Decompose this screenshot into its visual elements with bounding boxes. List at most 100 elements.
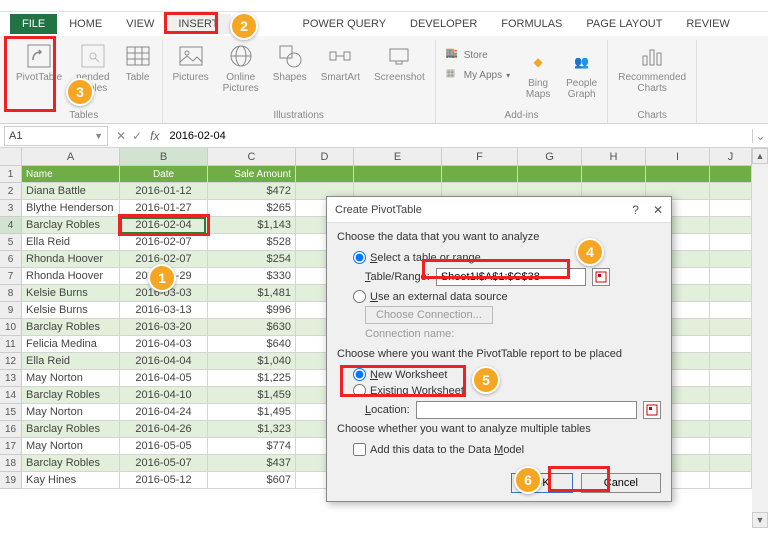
cell[interactable]: Kelsie Burns	[22, 285, 120, 302]
cell[interactable]: May Norton	[22, 438, 120, 455]
cell[interactable]: $1,481	[208, 285, 296, 302]
external-source-radio[interactable]: Use an external data source	[353, 290, 661, 303]
data-model-checkbox[interactable]: Add this data to the Data Model	[353, 443, 661, 456]
cell[interactable]: 2016-03-20	[120, 319, 208, 336]
cell[interactable]: $254	[208, 251, 296, 268]
cell[interactable]: 2016-01-12	[120, 183, 208, 200]
tab-formulas[interactable]: FORMULAS	[489, 14, 574, 34]
row-header[interactable]: 18	[0, 455, 22, 472]
fx-icon[interactable]: fx	[150, 129, 159, 143]
cell[interactable]: 2016-05-12	[120, 472, 208, 489]
cell[interactable]: 2016-04-05	[120, 370, 208, 387]
cell[interactable]: $1,040	[208, 353, 296, 370]
cell[interactable]: $774	[208, 438, 296, 455]
cell[interactable]: Barclay Robles	[22, 319, 120, 336]
cell[interactable]: $330	[208, 268, 296, 285]
col-header[interactable]: F	[442, 148, 518, 166]
range-picker-icon[interactable]	[592, 268, 610, 286]
cell[interactable]: Diana Battle	[22, 183, 120, 200]
row-header[interactable]: 15	[0, 404, 22, 421]
header-cell[interactable]: Sale Amount	[208, 166, 296, 183]
cell[interactable]: Barclay Robles	[22, 455, 120, 472]
select-table-radio[interactable]: Select a table or range	[353, 251, 661, 264]
row-header[interactable]: 4	[0, 217, 22, 234]
col-header[interactable]: B	[120, 148, 208, 166]
cell[interactable]: 2016-04-26	[120, 421, 208, 438]
location-input[interactable]	[416, 401, 637, 419]
cell[interactable]: Kay Hines	[22, 472, 120, 489]
cell[interactable]: 2016-01-27	[120, 200, 208, 217]
row-header[interactable]: 9	[0, 302, 22, 319]
close-icon[interactable]: ✕	[653, 203, 663, 217]
cell[interactable]: Barclay Robles	[22, 217, 120, 234]
cell[interactable]: 2016-02-04	[120, 217, 208, 234]
pivottable-button[interactable]: PivotTable	[12, 40, 66, 85]
cell[interactable]: $996	[208, 302, 296, 319]
cell[interactable]: Rhonda Hoover	[22, 268, 120, 285]
online-pictures-button[interactable]: Online Pictures	[219, 40, 263, 96]
table-button[interactable]: Table	[120, 40, 156, 85]
row-header[interactable]: 12	[0, 353, 22, 370]
bing-button[interactable]: ◆Bing Maps	[520, 46, 556, 102]
cell[interactable]: $1,323	[208, 421, 296, 438]
cell[interactable]: $1,143	[208, 217, 296, 234]
cell[interactable]: Blythe Henderson	[22, 200, 120, 217]
name-box[interactable]: A1 ▼	[4, 126, 108, 146]
row-header[interactable]: 11	[0, 336, 22, 353]
cell[interactable]: Kelsie Burns	[22, 302, 120, 319]
table-range-input[interactable]	[436, 268, 586, 286]
cancel-formula-icon[interactable]: ✕	[116, 129, 126, 143]
cell[interactable]: May Norton	[22, 404, 120, 421]
col-header[interactable]: C	[208, 148, 296, 166]
cell[interactable]: $630	[208, 319, 296, 336]
tab-view[interactable]: VIEW	[114, 14, 166, 34]
cell[interactable]: May Norton	[22, 370, 120, 387]
cell[interactable]: $265	[208, 200, 296, 217]
accept-formula-icon[interactable]: ✓	[132, 129, 142, 143]
scroll-up-button[interactable]: ▲	[752, 148, 768, 164]
screenshot-button[interactable]: Screenshot	[370, 40, 429, 85]
existing-worksheet-radio[interactable]: Existing Worksheet	[353, 384, 661, 397]
row-header[interactable]: 13	[0, 370, 22, 387]
cell[interactable]: 2016-03-13	[120, 302, 208, 319]
col-header[interactable]: J	[710, 148, 752, 166]
row-header[interactable]: 3	[0, 200, 22, 217]
cell[interactable]: $1,495	[208, 404, 296, 421]
cell[interactable]: Barclay Robles	[22, 421, 120, 438]
scroll-down-button[interactable]: ▼	[752, 512, 768, 528]
col-header[interactable]: E	[354, 148, 442, 166]
cell[interactable]: 2016-04-10	[120, 387, 208, 404]
cell[interactable]: $1,225	[208, 370, 296, 387]
col-header[interactable]: I	[646, 148, 710, 166]
row-header[interactable]: 1	[0, 166, 22, 183]
myapps-button[interactable]: ▦My Apps▾	[442, 66, 514, 84]
row-header[interactable]: 16	[0, 421, 22, 438]
cell[interactable]: $640	[208, 336, 296, 353]
cell[interactable]: $1,459	[208, 387, 296, 404]
smartart-button[interactable]: SmartArt	[317, 40, 364, 85]
col-header[interactable]: H	[582, 148, 646, 166]
tab-developer[interactable]: DEVELOPER	[398, 14, 489, 34]
cell[interactable]: 2016-04-03	[120, 336, 208, 353]
row-header[interactable]: 10	[0, 319, 22, 336]
row-header[interactable]: 8	[0, 285, 22, 302]
cell[interactable]: Felicia Medina	[22, 336, 120, 353]
row-header[interactable]: 14	[0, 387, 22, 404]
cell[interactable]: Ella Reid	[22, 353, 120, 370]
tab-file[interactable]: FILE	[10, 14, 57, 34]
people-graph-button[interactable]: 👥People Graph	[562, 46, 601, 102]
header-cell[interactable]: Date	[120, 166, 208, 183]
cell[interactable]: $472	[208, 183, 296, 200]
formula-input[interactable]	[165, 126, 752, 146]
col-header[interactable]: D	[296, 148, 354, 166]
col-header[interactable]: A	[22, 148, 120, 166]
select-all-corner[interactable]	[0, 148, 22, 166]
cell[interactable]: Ella Reid	[22, 234, 120, 251]
cell[interactable]: 2016-04-04	[120, 353, 208, 370]
row-header[interactable]: 5	[0, 234, 22, 251]
tab-pagelayout[interactable]: PAGE LAYOUT	[574, 14, 674, 34]
tab-insert[interactable]: INSERT	[166, 14, 230, 34]
cell[interactable]: 2016-05-05	[120, 438, 208, 455]
cell[interactable]: $528	[208, 234, 296, 251]
chevron-down-icon[interactable]: ▼	[94, 131, 103, 141]
